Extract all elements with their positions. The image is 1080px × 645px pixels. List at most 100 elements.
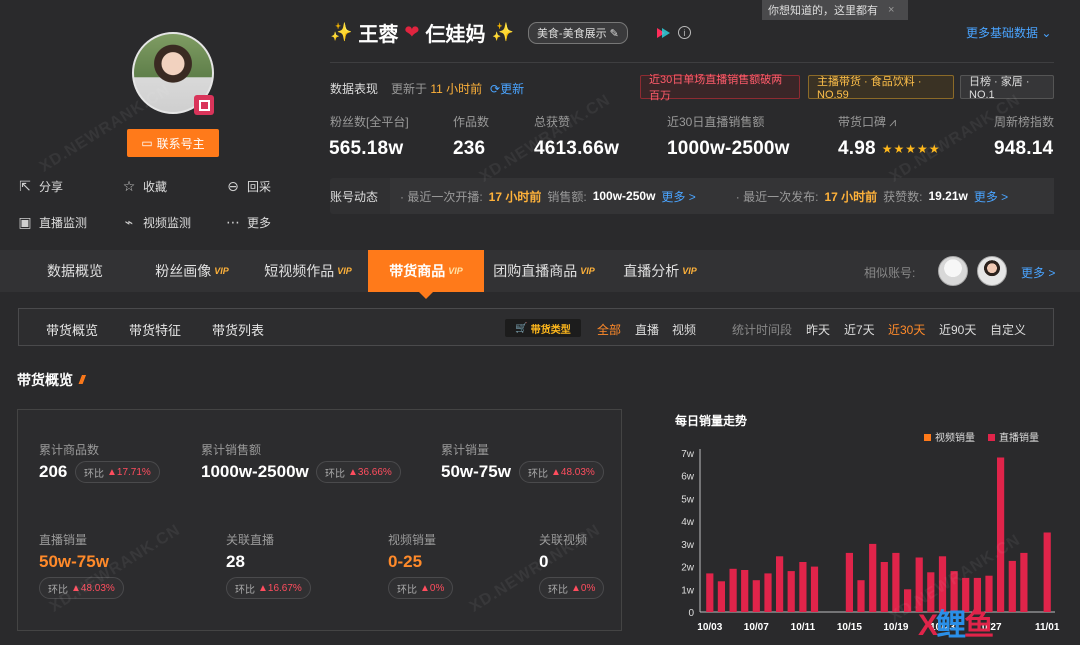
more-actions-button[interactable]: ⋯ 更多 (225, 214, 271, 231)
heart-icon: ❤ (404, 22, 420, 42)
stat-value-works: 236 (453, 138, 486, 159)
filter-all[interactable]: 全部 (597, 321, 621, 338)
period-yesterday[interactable]: 昨天 (806, 321, 830, 338)
stat-label-live-sales: 近30日直播销售额 (667, 115, 765, 129)
recollect-button[interactable]: ⊖ 回采 (225, 178, 271, 195)
metric-value: 28 (226, 552, 245, 571)
metric-label: 直播销量 (39, 533, 88, 547)
bar-live-sales (717, 581, 725, 612)
stat-label-works: 作品数 (453, 115, 490, 129)
y-tick-label: 3w (681, 540, 695, 551)
tab-live-analysis[interactable]: 直播分析 VIP (612, 250, 708, 292)
stat-value-index: 948.14 (994, 138, 1054, 159)
sparkle-icon: ✨ (330, 22, 353, 42)
refresh-collect-icon: ⊖ (227, 178, 239, 194)
metric-label: 累计销售额 (201, 443, 262, 457)
badge-live-sales[interactable]: 近30日单场直播销售额破两百万 (640, 74, 800, 102)
tab-data-overview[interactable]: 数据概览 (30, 250, 120, 292)
metric-value: 0-25 (388, 552, 423, 571)
metric-label: 关联直播 (226, 533, 275, 547)
info-icon[interactable]: i (677, 26, 691, 39)
similar-account-avatar[interactable] (977, 256, 1007, 286)
divider (330, 62, 1054, 63)
badge-rank-food[interactable]: 主播带货 · 食品饮料 · NO.59 (808, 75, 954, 101)
bar-live-sales (764, 573, 772, 612)
live-monitor-button[interactable]: ▣ 直播监测 (17, 214, 87, 231)
share-icon: ⇱ (19, 178, 31, 194)
bar-live-sales (1020, 552, 1028, 612)
contact-button[interactable]: ▭ 联系号主 (127, 129, 219, 157)
x-tick-label: 10/11 (791, 622, 816, 633)
tab-short-videos[interactable]: 短视频作品 VIP (256, 250, 360, 292)
period-90d[interactable]: 近90天 (939, 321, 976, 338)
metric-yoy: 环比 ▲16.67% (226, 577, 311, 599)
bar-live-sales (752, 580, 760, 612)
bar-live-sales (741, 570, 749, 612)
metric-label: 累计商品数 (39, 443, 100, 457)
bar-live-sales (729, 568, 737, 612)
trend-icon[interactable]: ⩘ (889, 115, 896, 129)
similar-account-avatar[interactable] (938, 256, 968, 286)
period-custom[interactable]: 自定义 (990, 321, 1026, 338)
stat-value-fans: 565.18w (329, 138, 404, 159)
performance-label: 数据表现 (330, 82, 379, 96)
y-tick-label: 1w (681, 585, 695, 596)
y-tick-label: 2w (681, 563, 695, 574)
bar-live-sales (869, 543, 877, 612)
refresh-icon: ⟳ (490, 82, 501, 96)
active-tab-caret (419, 292, 433, 299)
legend-label: 直播销量 (999, 431, 1039, 444)
favorite-button[interactable]: ☆ 收藏 (121, 178, 167, 195)
close-icon[interactable]: × (888, 4, 894, 16)
subtab-features[interactable]: 带货特征 (129, 320, 181, 339)
subtab-overview[interactable]: 带货概览 (46, 320, 98, 339)
bar-live-sales (706, 573, 714, 612)
similar-more-link[interactable]: 更多 > (1021, 264, 1055, 281)
filter-video[interactable]: 视频 (672, 321, 696, 338)
x-tick-label: 10/15 (837, 622, 862, 633)
share-button[interactable]: ⇱ 分享 (17, 178, 63, 195)
subtab-list[interactable]: 带货列表 (212, 320, 264, 339)
stat-label-reputation: 带货口碑 ⩘ (838, 115, 897, 129)
legend-swatch-video (924, 434, 931, 441)
refresh-button[interactable]: ⟳更新 (490, 80, 524, 97)
tab-products[interactable]: 带货商品 VIP (368, 250, 484, 292)
filter-live[interactable]: 直播 (635, 321, 659, 338)
period-7d[interactable]: 近7天 (844, 321, 875, 338)
video-monitor-button[interactable]: ⌁ 视频监测 (121, 214, 191, 231)
legend-label: 视频销量 (935, 431, 975, 444)
y-tick-label: 5w (681, 494, 695, 505)
metric-yoy: 环比 ▲36.66% (316, 461, 401, 483)
sparkle-icon: ✨ (491, 22, 514, 42)
metric-yoy: 环比 ▲0% (539, 577, 605, 599)
x-tick-label: 11/01 (1035, 622, 1060, 633)
legend-swatch-live (988, 434, 995, 441)
metric-value: 1000w-2500w (201, 462, 309, 481)
douyin-icon[interactable] (656, 25, 672, 41)
bar-live-sales (1008, 560, 1016, 612)
metric-yoy: 环比 ▲48.03% (519, 461, 604, 483)
bar-live-sales (997, 457, 1005, 612)
y-tick-label: 0 (688, 608, 694, 619)
stat-value-live-sales: 1000w-2500w (667, 138, 790, 159)
y-tick-label: 4w (681, 517, 695, 528)
feed-post-more-link[interactable]: 更多 > (974, 188, 1008, 205)
tab-group-live-products[interactable]: 团购直播商品 VIP (488, 250, 600, 292)
site-logo: X鲤鱼 (918, 609, 994, 642)
message-icon: ▭ (141, 136, 153, 150)
account-feed: 账号动态 · 最近一次开播: 17 小时前 销售额: 100w-250w 更多 > … (330, 178, 1054, 214)
similar-accounts-label: 相似账号: (864, 266, 916, 280)
bar-live-sales (787, 571, 795, 612)
bar-live-sales (810, 566, 819, 612)
feed-title: 账号动态 (330, 189, 379, 204)
period-30d[interactable]: 近30天 (888, 321, 925, 338)
bar-live-sales (857, 580, 865, 612)
feed-live-more-link[interactable]: 更多 > (661, 188, 695, 205)
tab-fan-profile[interactable]: 粉丝画像 VIP (144, 250, 240, 292)
qr-code-icon[interactable] (194, 95, 214, 115)
period-label: 统计时间段 (732, 323, 793, 337)
metric-yoy: 环比 ▲0% (388, 577, 454, 599)
more-basic-data-link[interactable]: 更多基础数据 ⌄ (966, 24, 1051, 41)
category-tag[interactable]: 美食-美食展示 ✎ (527, 21, 628, 44)
star-icon: ☆ (122, 178, 136, 194)
